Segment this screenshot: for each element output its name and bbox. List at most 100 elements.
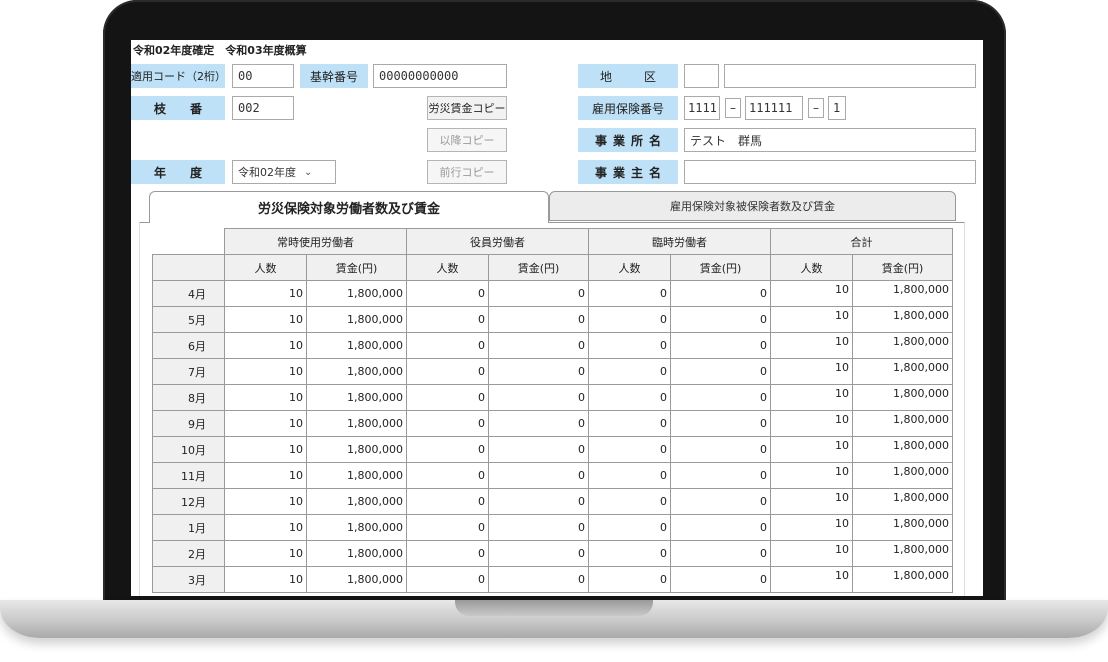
headcount-cell[interactable]: 0	[588, 540, 671, 567]
sub-header: 人数	[224, 254, 307, 281]
wage-cell[interactable]: 0	[670, 358, 771, 385]
ikou-copy-button[interactable]: 以降コピー	[427, 128, 507, 152]
wage-cell[interactable]: 0	[488, 358, 589, 385]
wage-cell[interactable]: 0	[670, 436, 771, 463]
wage-cell[interactable]: 1,800,000	[306, 540, 407, 567]
chiku-input-1[interactable]	[684, 64, 719, 88]
wage-cell[interactable]: 1,800,000	[306, 358, 407, 385]
nendo-select[interactable]: 令和02年度 ⌄	[232, 160, 336, 184]
headcount-cell[interactable]: 0	[588, 306, 671, 333]
headcount-cell[interactable]: 10	[224, 488, 307, 515]
wage-cell[interactable]: 0	[670, 410, 771, 437]
headcount-cell[interactable]: 10	[224, 306, 307, 333]
headcount-cell[interactable]: 0	[406, 514, 489, 541]
headcount-cell[interactable]: 0	[406, 540, 489, 567]
headcount-cell[interactable]: 0	[588, 280, 671, 307]
headcount-cell[interactable]: 0	[588, 410, 671, 437]
headcount-cell[interactable]: 0	[588, 332, 671, 359]
wage-cell[interactable]: 0	[488, 436, 589, 463]
wage-cell[interactable]: 0	[488, 280, 589, 307]
wage-cell[interactable]: 0	[488, 306, 589, 333]
wage-cell[interactable]: 0	[670, 514, 771, 541]
headcount-cell[interactable]: 0	[406, 488, 489, 515]
wage-cell[interactable]: 1,800,000	[306, 514, 407, 541]
headcount-cell[interactable]: 10	[224, 358, 307, 385]
headcount-cell[interactable]: 10	[224, 566, 307, 593]
headcount-cell[interactable]: 0	[588, 436, 671, 463]
wage-cell[interactable]: 0	[488, 540, 589, 567]
wage-cell[interactable]: 0	[488, 462, 589, 489]
headcount-cell[interactable]: 0	[406, 306, 489, 333]
sub-header: 賃金(円)	[852, 254, 953, 281]
tab-rosai[interactable]: 労災保険対象労働者数及び賃金	[149, 191, 549, 223]
headcount-cell[interactable]: 0	[406, 462, 489, 489]
wage-cell[interactable]: 0	[488, 384, 589, 411]
headcount-cell[interactable]: 0	[406, 332, 489, 359]
wage-cell[interactable]: 0	[670, 566, 771, 593]
headcount-cell: 10	[770, 384, 853, 411]
wage-cell[interactable]: 0	[670, 280, 771, 307]
wage-cell[interactable]: 1,800,000	[306, 280, 407, 307]
wage-cell[interactable]: 1,800,000	[306, 410, 407, 437]
wage-cell: 1,800,000	[852, 306, 953, 333]
chiku-input-2[interactable]	[724, 64, 976, 88]
wage-cell[interactable]: 0	[488, 488, 589, 515]
headcount-cell[interactable]: 0	[588, 384, 671, 411]
wage-cell[interactable]: 1,800,000	[306, 384, 407, 411]
headcount-cell[interactable]: 0	[406, 358, 489, 385]
koyo-hoken-input-3[interactable]: 1	[828, 96, 846, 120]
table-row: 5月 10 1,800,000 0 0 0 0 10 1,800,000	[152, 306, 953, 333]
headcount-cell[interactable]: 0	[588, 462, 671, 489]
koyo-hoken-input-1[interactable]: 1111	[684, 96, 720, 120]
wage-cell[interactable]: 0	[670, 306, 771, 333]
headcount-cell[interactable]: 10	[224, 410, 307, 437]
edaban-input[interactable]: 002	[232, 96, 294, 120]
wage-cell[interactable]: 1,800,000	[306, 306, 407, 333]
zengyo-copy-button[interactable]: 前行コピー	[427, 160, 507, 184]
wage-cell[interactable]: 1,800,000	[306, 566, 407, 593]
tab-koyo[interactable]: 雇用保険対象被保険者数及び賃金	[549, 191, 956, 221]
tekiyo-code-input[interactable]: 00	[232, 64, 294, 88]
headcount-cell[interactable]: 0	[406, 436, 489, 463]
kikan-bango-input[interactable]: 00000000000	[373, 64, 507, 88]
headcount-cell: 10	[770, 436, 853, 463]
headcount-cell[interactable]: 10	[224, 384, 307, 411]
headcount-cell[interactable]: 10	[224, 540, 307, 567]
wage-cell[interactable]: 0	[488, 332, 589, 359]
table-body: 4月 10 1,800,000 0 0 0 0 10 1,800,000 5月 10 1,800,00…	[152, 280, 953, 593]
headcount-cell[interactable]: 0	[406, 410, 489, 437]
headcount-cell[interactable]: 0	[406, 566, 489, 593]
wage-cell[interactable]: 1,800,000	[306, 436, 407, 463]
headcount-cell[interactable]: 0	[588, 514, 671, 541]
rosai-copy-button[interactable]: 労災賃金コピー	[427, 96, 507, 120]
headcount-cell[interactable]: 0	[406, 280, 489, 307]
headcount-cell[interactable]: 10	[224, 436, 307, 463]
headcount-cell[interactable]: 10	[224, 514, 307, 541]
headcount-cell[interactable]: 0	[588, 566, 671, 593]
wage-cell[interactable]: 1,800,000	[306, 488, 407, 515]
wage-cell[interactable]: 0	[488, 410, 589, 437]
headcount-cell[interactable]: 0	[406, 384, 489, 411]
headcount-cell[interactable]: 0	[588, 358, 671, 385]
wage-cell[interactable]: 0	[670, 462, 771, 489]
jigyosho-input[interactable]: テスト 群馬	[684, 128, 976, 152]
wage-cell[interactable]: 1,800,000	[306, 332, 407, 359]
month-cell: 5月	[152, 306, 225, 333]
wage-cell[interactable]: 0	[670, 488, 771, 515]
wage-cell[interactable]: 1,800,000	[306, 462, 407, 489]
month-cell: 9月	[152, 410, 225, 437]
jigyonushi-input[interactable]	[684, 160, 976, 184]
sub-header-row: 人数 賃金(円) 人数 賃金(円) 人数 賃金(円) 人数 賃金(円)	[152, 254, 953, 281]
wage-cell[interactable]: 0	[488, 566, 589, 593]
month-cell: 12月	[152, 488, 225, 515]
group-header: 役員労働者	[406, 228, 589, 255]
headcount-cell[interactable]: 10	[224, 280, 307, 307]
wage-cell[interactable]: 0	[670, 384, 771, 411]
wage-cell[interactable]: 0	[670, 540, 771, 567]
wage-cell[interactable]: 0	[670, 332, 771, 359]
headcount-cell[interactable]: 0	[588, 488, 671, 515]
headcount-cell[interactable]: 10	[224, 332, 307, 359]
headcount-cell[interactable]: 10	[224, 462, 307, 489]
koyo-hoken-input-2[interactable]: 111111	[745, 96, 803, 120]
wage-cell[interactable]: 0	[488, 514, 589, 541]
